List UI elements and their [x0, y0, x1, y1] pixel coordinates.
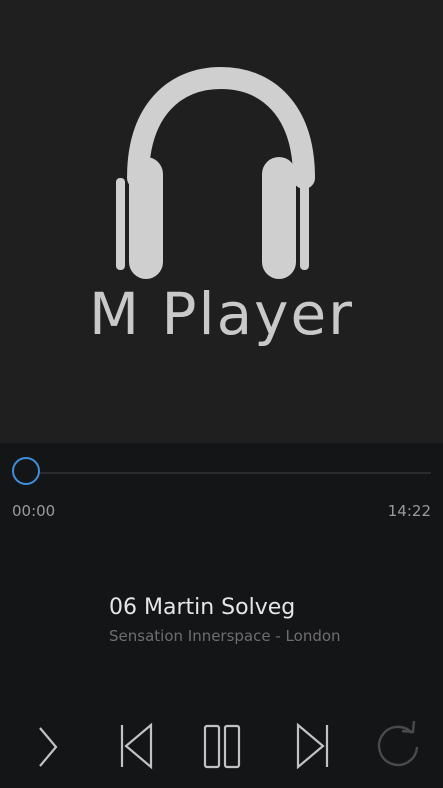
previous-button[interactable]: [105, 717, 161, 773]
repeat-button[interactable]: [370, 717, 426, 773]
track-subtitle: Sensation Innerspace - London: [109, 627, 341, 645]
pause-button[interactable]: [194, 717, 250, 773]
chevron-right-icon: [39, 727, 58, 767]
next-button[interactable]: [283, 717, 339, 773]
refresh-icon: [377, 720, 419, 767]
track-title: 06 Martin Solveg: [109, 595, 296, 620]
elapsed-time: 00:00: [12, 502, 56, 520]
skip-previous-icon: [120, 722, 153, 769]
headphones-icon: [116, 66, 315, 279]
album-art-area: M Player: [0, 0, 443, 443]
total-duration: 14:22: [387, 502, 431, 520]
skip-next-icon: [296, 722, 329, 769]
app-title: M Player: [89, 280, 354, 348]
pause-icon: [203, 724, 241, 769]
seek-bar[interactable]: [27, 472, 431, 474]
expand-button[interactable]: [16, 717, 72, 773]
seek-thumb[interactable]: [12, 457, 40, 485]
